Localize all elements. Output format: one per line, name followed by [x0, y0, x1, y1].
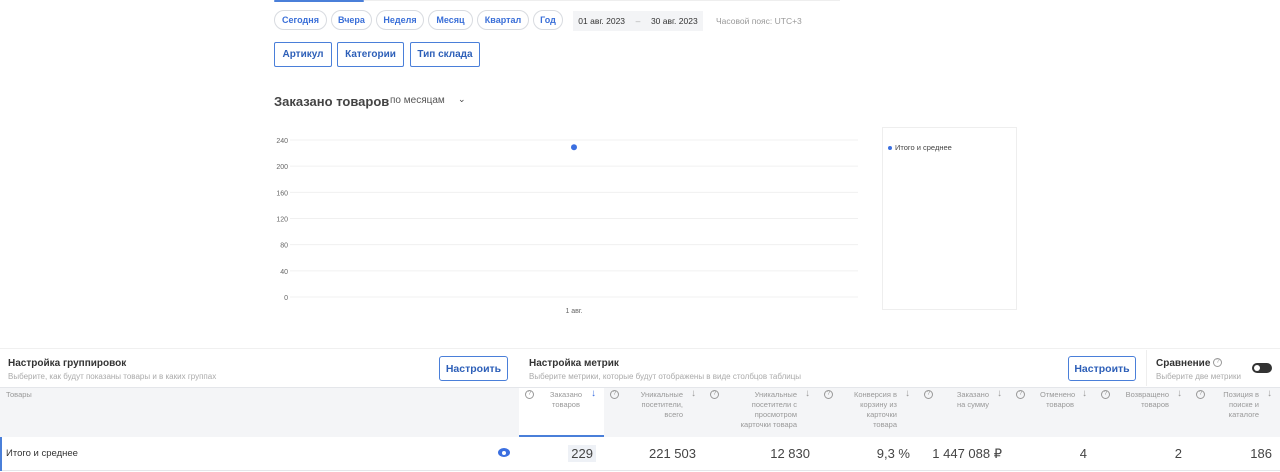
- data-point[interactable]: [571, 144, 577, 151]
- sort-arrow-icon[interactable]: ↓: [997, 389, 1002, 399]
- help-icon[interactable]: ?: [710, 390, 719, 399]
- metrics-title: Настройка метрик: [529, 358, 619, 369]
- period-button[interactable]: Год: [533, 10, 563, 30]
- y-tick-label: 160: [276, 190, 288, 197]
- divider: [0, 348, 1280, 349]
- column-header[interactable]: ? ↓ Уникальные посетители, всего: [610, 389, 696, 435]
- date-separator: –: [635, 16, 641, 26]
- compare-toggle[interactable]: [1252, 363, 1272, 373]
- active-tab-indicator: [274, 0, 364, 2]
- column-header[interactable]: ? ↓ Заказано на сумму: [924, 389, 1002, 435]
- help-icon[interactable]: ?: [1101, 390, 1110, 399]
- column-header[interactable]: ? ↓ Уникальные посетители с просмотром кар…: [710, 389, 810, 435]
- column-header-label: Заказано товаров: [549, 390, 583, 409]
- period-button[interactable]: Вчера: [331, 10, 372, 30]
- period-button[interactable]: Месяц: [428, 10, 473, 30]
- grouping-title: Настройка группировок: [8, 358, 127, 369]
- y-tick-label: 80: [280, 243, 288, 250]
- grouping-subtitle: Выберите, как будут показаны товары и в …: [8, 372, 217, 381]
- column-header-label: Уникальные посетители с просмотром карто…: [740, 390, 797, 429]
- sort-arrow-icon[interactable]: ↓: [691, 389, 696, 399]
- help-icon[interactable]: ?: [525, 390, 534, 399]
- row-label: Итого и среднее: [6, 448, 78, 459]
- metrics-subtitle: Выберите метрики, которые будут отображе…: [529, 372, 802, 381]
- sort-arrow-icon[interactable]: ↓: [1267, 389, 1272, 399]
- eye-icon[interactable]: [498, 448, 510, 457]
- column-header-label: Конверсия в корзину из карточки товара: [854, 390, 897, 429]
- column-header[interactable]: ? ↓ Отменено товаров: [1016, 389, 1087, 435]
- compare-subtitle: Выберите две метрики: [1156, 372, 1241, 381]
- cell-value: 1 447 088 ₽: [932, 446, 1002, 461]
- grouping-settings: Настройка группировок Выберите, как буду…: [8, 358, 216, 381]
- y-tick-label: 0: [284, 295, 288, 302]
- divider: [1146, 350, 1147, 386]
- column-header-label: Возвращено товаров: [1125, 390, 1169, 409]
- chart-title: Заказано товаров: [274, 94, 390, 109]
- y-tick-label: 200: [276, 164, 288, 171]
- grouping-button[interactable]: Артикул: [274, 42, 332, 67]
- help-icon[interactable]: ?: [1196, 390, 1205, 399]
- help-icon[interactable]: ?: [1016, 390, 1025, 399]
- help-icon[interactable]: ?: [610, 390, 619, 399]
- column-header-label: Отменено товаров: [1040, 390, 1076, 409]
- sort-arrow-icon[interactable]: ↓: [1177, 389, 1182, 399]
- column-header[interactable]: ? ↓ Возвращено товаров: [1101, 389, 1182, 435]
- column-header-label: Заказано на сумму: [956, 390, 989, 409]
- grouping-configure-button[interactable]: Настроить: [439, 356, 508, 381]
- grouping-button[interactable]: Категории: [337, 42, 404, 67]
- cell-value: 186: [1250, 446, 1272, 461]
- sort-arrow-icon[interactable]: ↓: [591, 389, 596, 399]
- date-from: 01 авг. 2023: [578, 16, 626, 26]
- y-tick-label: 40: [280, 269, 288, 276]
- cell-value: 229: [519, 445, 596, 462]
- compare-title: Сравнение: [1156, 358, 1211, 369]
- chart-legend: Итого и среднее: [882, 127, 1017, 310]
- divider: [364, 0, 840, 1]
- metrics-configure-button[interactable]: Настроить: [1068, 356, 1136, 381]
- timezone-label: Часовой пояс: UTC+3: [716, 16, 802, 26]
- cell-value: 4: [1079, 446, 1087, 461]
- cell-value: 9,3 %: [876, 446, 910, 461]
- period-select[interactable]: по месяцам: [390, 95, 445, 106]
- chart: 0 40 80 120 160 200 240 1 авг.: [276, 138, 858, 315]
- column-header-label: Позиция в поиске и каталоге: [1223, 390, 1259, 419]
- legend-item[interactable]: Итого и среднее: [888, 143, 952, 152]
- y-tick-label: 240: [276, 138, 288, 145]
- y-tick-label: 120: [276, 217, 288, 224]
- period-button[interactable]: Сегодня: [274, 10, 327, 30]
- column-header-products: Товары: [6, 390, 32, 399]
- table-header: [0, 387, 519, 437]
- metrics-settings: Настройка метрик Выберите метрики, котор…: [529, 358, 801, 381]
- grouping-button[interactable]: Тип склада: [410, 42, 480, 67]
- column-header-label: Уникальные посетители, всего: [640, 390, 683, 419]
- column-header[interactable]: ? ↓ Заказано товаров: [525, 389, 596, 435]
- cell-value: 221 503: [649, 446, 696, 461]
- column-header[interactable]: ? ↓ Конверсия в корзину из карточки товара: [824, 389, 910, 435]
- date-range-picker[interactable]: 01 авг. 2023 – 30 авг. 2023: [573, 11, 703, 31]
- cell-value: 2: [1174, 446, 1182, 461]
- help-icon[interactable]: ?: [824, 390, 833, 399]
- compare-settings: Сравнение? Выберите две метрики: [1156, 358, 1241, 381]
- period-button[interactable]: Неделя: [376, 10, 424, 30]
- date-to: 30 авг. 2023: [650, 16, 698, 26]
- column-header[interactable]: ? ↓ Позиция в поиске и каталоге: [1196, 389, 1272, 435]
- row-indicator: [0, 437, 2, 471]
- sort-arrow-icon[interactable]: ↓: [1082, 389, 1087, 399]
- chevron-down-icon[interactable]: ⌄: [458, 94, 466, 105]
- help-icon[interactable]: ?: [1213, 358, 1223, 367]
- help-icon[interactable]: ?: [924, 390, 933, 399]
- sort-arrow-icon[interactable]: ↓: [805, 389, 810, 399]
- legend-label: Итого и среднее: [895, 143, 952, 152]
- cell-value: 12 830: [770, 446, 810, 461]
- legend-dot-icon: [888, 145, 892, 150]
- x-tick-label: 1 авг.: [565, 308, 582, 315]
- sort-arrow-icon[interactable]: ↓: [905, 389, 910, 399]
- period-button[interactable]: Квартал: [477, 10, 529, 30]
